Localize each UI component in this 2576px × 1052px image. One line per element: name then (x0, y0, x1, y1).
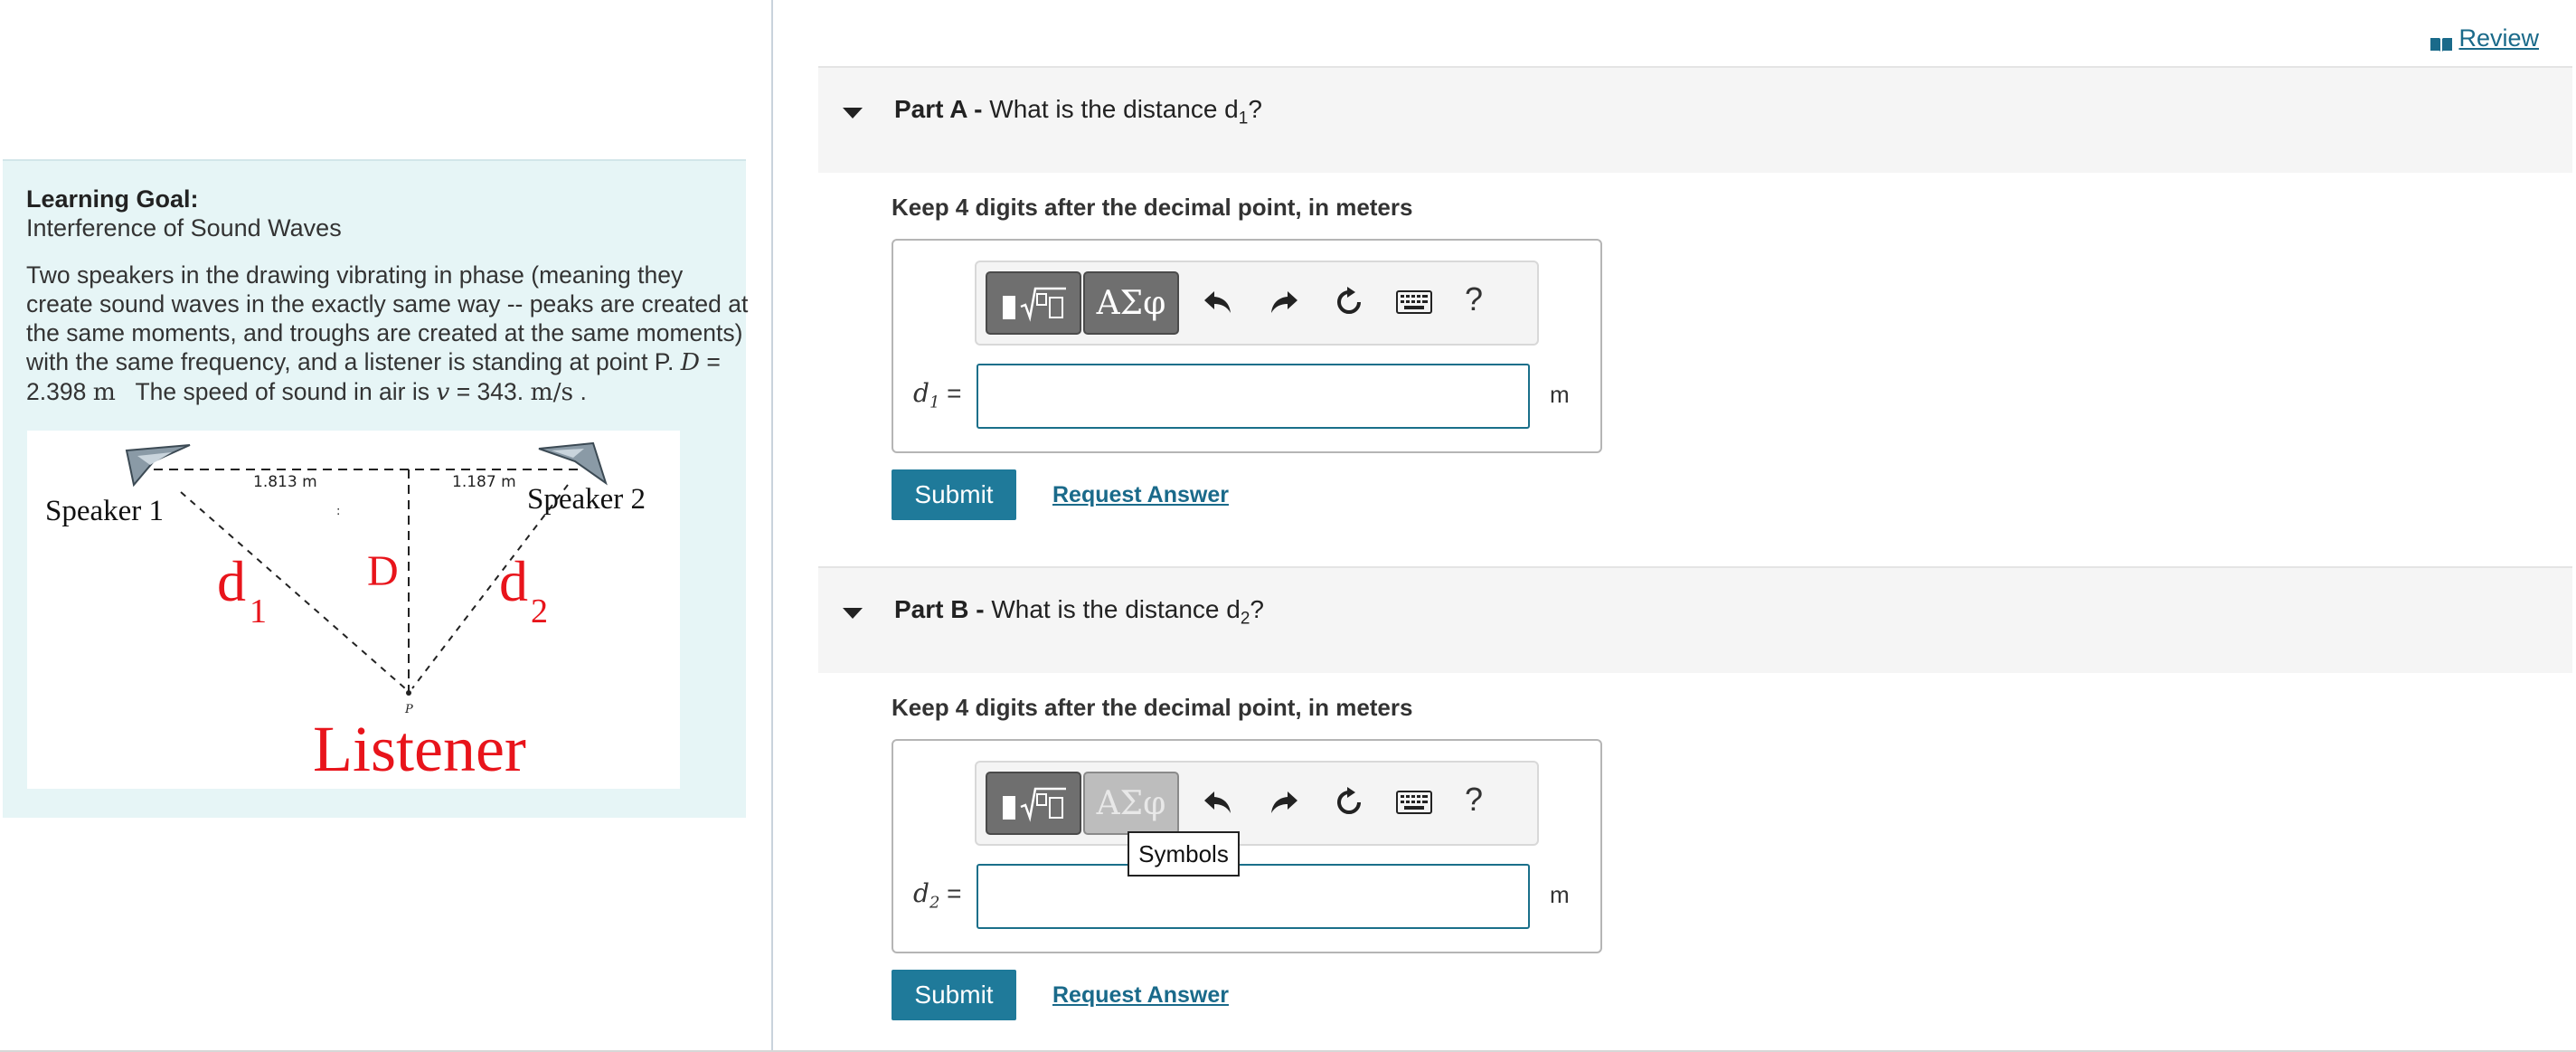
symbols-tooltip: Symbols (1128, 831, 1240, 877)
reset-icon[interactable] (1329, 282, 1369, 322)
d1-unit: m (1550, 381, 1570, 408)
collapse-caret-icon[interactable] (843, 108, 863, 118)
d1-eq: = (939, 379, 962, 407)
speaker-diagram: P : 1.813 m 1.187 m Speaker 1 Speaker 2 … (27, 431, 680, 789)
d1-var-sub: 1 (929, 393, 940, 412)
redo-icon[interactable] (1264, 282, 1304, 322)
end-period: . (573, 378, 587, 405)
d2-answer-input[interactable] (977, 864, 1530, 929)
part-a-title: Part A - What is the distance d1? (894, 95, 1262, 129)
part-a-answer-box: ΑΣφ ? d1 = m (892, 239, 1602, 453)
part-a-submit-button[interactable]: Submit (892, 469, 1016, 520)
left-pane: Learning Goal: Interference of Sound Wav… (0, 0, 773, 1052)
book-icon (2430, 31, 2453, 52)
part-b-instruction: Keep 4 digits after the decimal point, i… (892, 694, 1413, 721)
D-symbol: D (680, 348, 701, 376)
templates-icon (1003, 287, 1066, 322)
d2-var: d (913, 878, 929, 908)
speaker1-label: Speaker 1 (45, 495, 164, 527)
goal-intro: Two speakers in the drawing vibrating in… (26, 261, 749, 375)
part-b-question-end: ? (1250, 595, 1264, 623)
undo-icon[interactable] (1198, 782, 1238, 822)
part-b-submit-button[interactable]: Submit (892, 970, 1016, 1020)
part-a-request-answer-link[interactable]: Request Answer (1052, 482, 1229, 508)
diagram-svg: P : 1.813 m 1.187 m Speaker 1 Speaker 2 … (45, 441, 646, 785)
d1-answer-input[interactable] (977, 364, 1530, 429)
v-unit: m/s (530, 378, 574, 406)
templates-button[interactable] (986, 772, 1081, 835)
part-a-header[interactable]: Part A - What is the distance d1? (818, 66, 2572, 173)
listener-label: Listener (313, 713, 526, 785)
point-p-dot (406, 690, 411, 696)
part-a-question-end: ? (1248, 95, 1262, 123)
math-toolbar: ΑΣφ ? (975, 261, 1539, 346)
reset-icon[interactable] (1329, 782, 1369, 822)
tiny-marker: : (336, 505, 340, 518)
D-label: D (367, 547, 399, 595)
keyboard-icon[interactable] (1394, 282, 1434, 322)
keyboard-icon[interactable] (1394, 782, 1434, 822)
learning-goal-text: Two speakers in the drawing vibrating in… (26, 261, 750, 407)
d2-label: d (499, 549, 528, 613)
D-unit: m (92, 378, 116, 406)
symbols-button[interactable]: ΑΣφ (1083, 772, 1179, 835)
speaker1-icon (125, 444, 191, 488)
d2-eq: = (939, 879, 962, 907)
collapse-caret-icon[interactable] (843, 608, 863, 619)
d2-var-sub: 2 (929, 893, 940, 913)
part-a-question-sub: 1 (1238, 109, 1249, 128)
templates-icon (1003, 787, 1066, 822)
review-link[interactable]: Review (2430, 24, 2539, 52)
d1-var: d (913, 378, 929, 408)
learning-goal-subtitle: Interference of Sound Waves (26, 214, 342, 242)
redo-icon[interactable] (1264, 782, 1304, 822)
part-b-header[interactable]: Part B - What is the distance d2? (818, 566, 2572, 673)
d1-equals-label: d1 = (913, 378, 962, 412)
d2-unit: m (1550, 881, 1570, 908)
v-value: = 343. (449, 378, 531, 405)
part-b-question: What is the distance d (991, 595, 1241, 623)
part-a-instruction: Keep 4 digits after the decimal point, i… (892, 194, 1413, 221)
part-b-request-answer-link[interactable]: Request Answer (1052, 982, 1229, 1009)
v-symbol: v (436, 378, 450, 406)
undo-icon[interactable] (1198, 282, 1238, 322)
dist-right-label: 1.187 m (452, 473, 516, 491)
part-b-title: Part B - What is the distance d2? (894, 595, 1264, 630)
speaker2-icon (538, 441, 608, 486)
review-label: Review (2458, 24, 2539, 52)
part-a-question: What is the distance d (989, 95, 1239, 123)
part-b-answer-box: ΑΣφ ? Symbols d2 = m (892, 739, 1602, 953)
part-a-label: Part A - (894, 95, 983, 123)
speed-text: The speed of sound in air is (135, 378, 437, 405)
d1-label: d (217, 549, 246, 613)
d2-equals-label: d2 = (913, 878, 962, 913)
templates-button[interactable] (986, 271, 1081, 335)
math-toolbar: ΑΣφ ? (975, 761, 1539, 846)
learning-goal-title: Learning Goal: (26, 185, 199, 213)
part-b-question-sub: 2 (1240, 609, 1250, 629)
help-button[interactable]: ? (1465, 781, 1483, 819)
symbols-button[interactable]: ΑΣφ (1083, 271, 1179, 335)
d1-subscript: 1 (250, 592, 267, 630)
help-button[interactable]: ? (1465, 280, 1483, 318)
speaker2-label: Speaker 2 (527, 483, 646, 516)
dist-left-label: 1.813 m (253, 473, 317, 491)
learning-goal-panel: Learning Goal: Interference of Sound Wav… (3, 159, 748, 818)
part-b-label: Part B - (894, 595, 985, 623)
d2-subscript: 2 (531, 592, 548, 630)
